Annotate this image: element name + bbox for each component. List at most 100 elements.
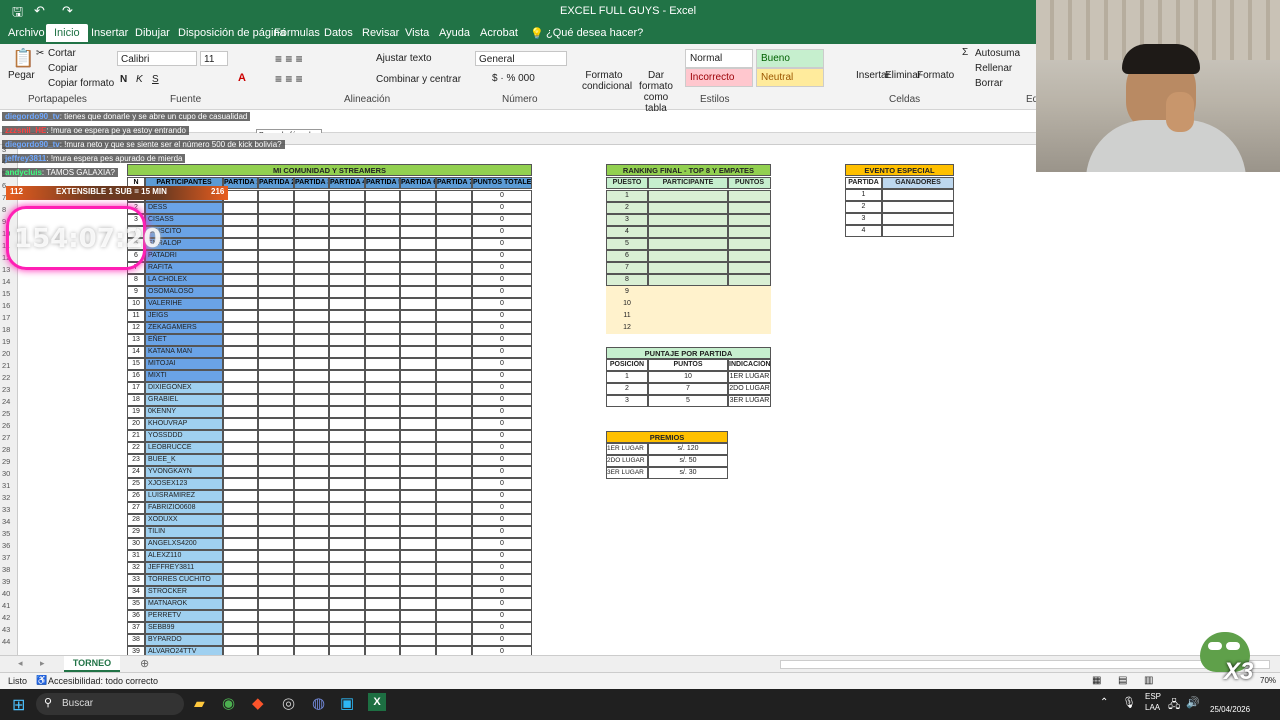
partida-cell[interactable] (436, 538, 472, 550)
partida-cell[interactable] (365, 274, 400, 286)
partida-cell[interactable] (258, 358, 294, 370)
row-header[interactable]: 38 (2, 565, 10, 574)
participant-name[interactable]: LUISRAMIREZ (145, 490, 223, 502)
row-header[interactable]: 29 (2, 457, 10, 466)
partida-cell[interactable] (329, 610, 365, 622)
partida-cell[interactable] (258, 322, 294, 334)
obs-icon[interactable]: ◎ (282, 694, 295, 712)
participant-name[interactable]: TILIN (145, 526, 223, 538)
discord-icon[interactable]: ◍ (312, 694, 325, 712)
paste-icon[interactable]: 📋 (12, 48, 34, 69)
partida-cell[interactable] (400, 502, 436, 514)
partida-cell[interactable] (258, 622, 294, 634)
partida-cell[interactable] (400, 406, 436, 418)
partida-cell[interactable] (294, 418, 329, 430)
partida-cell[interactable] (436, 334, 472, 346)
partida-cell[interactable] (258, 298, 294, 310)
partida-cell[interactable] (258, 310, 294, 322)
partida-cell[interactable] (294, 610, 329, 622)
partida-cell[interactable] (329, 334, 365, 346)
partida-cell[interactable] (436, 478, 472, 490)
partida-cell[interactable] (436, 358, 472, 370)
row-header[interactable]: 41 (2, 601, 10, 610)
redo-icon[interactable]: ↷ (62, 3, 73, 19)
font-name-select[interactable]: Calibri (117, 51, 197, 66)
style-neutral[interactable]: Neutral (756, 68, 824, 87)
partida-cell[interactable] (294, 346, 329, 358)
align-left-icon[interactable]: ≡ ≡ ≡ (275, 72, 303, 86)
participant-name[interactable]: ANGELXS4200 (145, 538, 223, 550)
partida-cell[interactable] (365, 442, 400, 454)
partida-cell[interactable] (294, 514, 329, 526)
partida-cell[interactable] (258, 190, 294, 202)
partida-cell[interactable] (294, 370, 329, 382)
row-header[interactable]: 16 (2, 301, 10, 310)
partida-cell[interactable] (365, 418, 400, 430)
partida-cell[interactable] (400, 622, 436, 634)
partida-cell[interactable] (436, 646, 472, 655)
partida-cell[interactable] (294, 538, 329, 550)
partida-cell[interactable] (258, 478, 294, 490)
ranking-points[interactable] (728, 298, 771, 310)
participant-name[interactable]: MITOJAI (145, 358, 223, 370)
partida-cell[interactable] (400, 286, 436, 298)
partida-cell[interactable] (436, 442, 472, 454)
partida-cell[interactable] (223, 226, 258, 238)
paste-button[interactable]: Pegar (8, 70, 35, 81)
partida-cell[interactable] (365, 238, 400, 250)
ranking-points[interactable] (728, 202, 771, 214)
partida-cell[interactable] (436, 430, 472, 442)
partida-cell[interactable] (258, 610, 294, 622)
partida-cell[interactable] (223, 430, 258, 442)
partida-cell[interactable] (223, 514, 258, 526)
partida-cell[interactable] (436, 286, 472, 298)
tab-dibujar[interactable]: Dibujar (135, 27, 170, 39)
partida-cell[interactable] (329, 490, 365, 502)
undo-icon[interactable]: ↶ (34, 3, 45, 19)
partida-cell[interactable] (223, 250, 258, 262)
font-color-icon[interactable]: A (238, 72, 246, 84)
copy-button[interactable]: Copiar (48, 63, 77, 74)
partida-cell[interactable] (365, 334, 400, 346)
partida-cell[interactable] (294, 382, 329, 394)
row-header[interactable]: 15 (2, 289, 10, 298)
ranking-participant[interactable] (648, 262, 728, 274)
partida-cell[interactable] (400, 442, 436, 454)
bold-icon[interactable]: N (120, 74, 127, 85)
ranking-points[interactable] (728, 310, 771, 322)
partida-cell[interactable] (258, 550, 294, 562)
partida-cell[interactable] (400, 574, 436, 586)
partida-cell[interactable] (258, 634, 294, 646)
taskbar-search[interactable]: ⚲ Buscar (36, 693, 184, 715)
partida-cell[interactable] (329, 286, 365, 298)
partida-cell[interactable] (329, 370, 365, 382)
partida-cell[interactable] (365, 250, 400, 262)
partida-cell[interactable] (258, 574, 294, 586)
partida-cell[interactable] (223, 334, 258, 346)
partida-cell[interactable] (223, 502, 258, 514)
normal-view-icon[interactable]: ▦ (1092, 675, 1101, 686)
partida-cell[interactable] (436, 454, 472, 466)
partida-cell[interactable] (223, 562, 258, 574)
partida-cell[interactable] (223, 574, 258, 586)
ranking-participant[interactable] (648, 214, 728, 226)
partida-cell[interactable] (223, 598, 258, 610)
ranking-points[interactable] (728, 250, 771, 262)
partida-cell[interactable] (400, 478, 436, 490)
delete-cells-button[interactable]: Eliminar (885, 70, 921, 81)
ranking-points[interactable] (728, 286, 771, 298)
partida-cell[interactable] (223, 286, 258, 298)
partida-cell[interactable] (329, 262, 365, 274)
partida-cell[interactable] (365, 586, 400, 598)
partida-cell[interactable] (365, 202, 400, 214)
ranking-points[interactable] (728, 262, 771, 274)
partida-cell[interactable] (294, 490, 329, 502)
partida-cell[interactable] (400, 214, 436, 226)
participant-name[interactable]: JEFFREY3811 (145, 562, 223, 574)
partida-cell[interactable] (258, 442, 294, 454)
partida-cell[interactable] (294, 598, 329, 610)
partida-cell[interactable] (400, 226, 436, 238)
evento-winner[interactable] (882, 225, 954, 237)
partida-cell[interactable] (365, 502, 400, 514)
partida-cell[interactable] (365, 574, 400, 586)
